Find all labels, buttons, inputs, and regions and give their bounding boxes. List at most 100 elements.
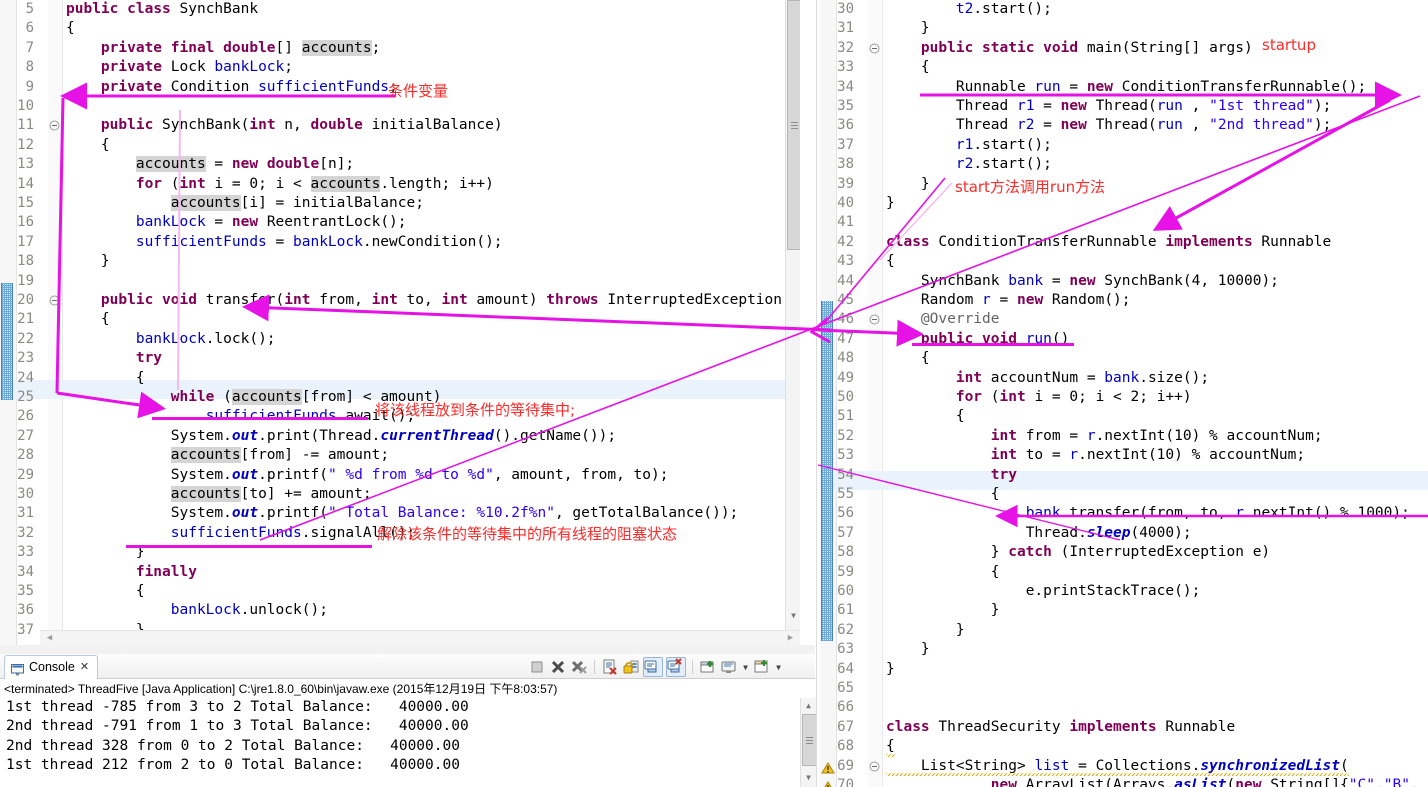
line-number: 65 [837,680,854,696]
code-text: public static void main(String[] args) [920,39,1253,56]
console-tab[interactable]: Console ✕ [4,655,99,679]
fold-toggle-icon[interactable] [49,295,60,306]
code-text: Runnable run = new ConditionTransferRunn… [955,78,1367,95]
display-selected-console-button[interactable] [720,658,738,676]
code-text: } [886,660,895,677]
fold-toggle-icon[interactable] [49,120,60,131]
left-gutter-separator [62,0,63,630]
hscroll-left-arrow[interactable]: ◀ [42,631,57,645]
console-vscrollbar[interactable]: ▲ ▼ [800,698,817,787]
line-number: 5 [25,1,34,17]
code-text: int to = r.nextInt(10) % accountNum; [990,447,1306,464]
line-number: 48 [837,350,854,367]
eclipse-ide-window: 5 public class SynchBank 6 {7 private final… [0,0,1428,787]
console-icon [11,661,24,676]
line-number: 63 [837,641,854,658]
line-number: 54 [837,466,854,483]
line-number: 18 [17,253,34,270]
code-text: @Override [920,311,1000,328]
terminate-button[interactable] [528,658,546,676]
code-text: finally [135,563,197,580]
console-output[interactable]: 1st thread -785 from 3 to 2 Total Balanc… [0,698,815,787]
code-text: private Condition sufficientFunds; [100,78,398,95]
code-text: { [886,59,930,76]
fold-toggle-icon[interactable] [869,314,880,325]
code-text: private Lock bankLock; [100,59,293,76]
right-editor-pane[interactable]: 30 t2.start(); 31 } 32 public static void … [820,0,1428,787]
line-number: 46 [837,311,854,328]
line-number: 32 [837,39,854,56]
code-text: class ThreadSecurity implements Runnable [886,718,1236,735]
line-number: 34 [17,563,34,580]
code-text: } catch (InterruptedException e) [886,544,1271,561]
open-console-button[interactable] [753,658,771,676]
line-number: 10 [17,98,34,114]
line-number: 38 [837,156,854,173]
line-number: 68 [837,738,854,755]
code-text: List<String> list = Collections.synchron… [886,756,1349,776]
console-vscroll-down-arrow[interactable]: ▼ [801,770,816,785]
code-text: sufficientFunds.await(); [205,408,416,425]
display-selected-console-caret-icon[interactable]: ▼ [741,658,750,676]
code-text: { [886,350,930,367]
left-vscroll-down-arrow[interactable]: ▼ [786,608,800,623]
line-number: 6 [25,20,34,37]
line-number: 14 [17,175,34,192]
line-number: 39 [837,175,854,192]
code-text: bankLock = new ReentrantLock(); [135,214,407,231]
remove-launch-button[interactable] [549,658,567,676]
show-console-on-output-button[interactable] [643,657,663,677]
console-toolbar[interactable]: ▼ ▼ [528,657,783,677]
line-number: 61 [837,602,854,619]
line-number: 40 [837,195,854,211]
code-text: sufficientFunds = bankLock.newCondition(… [135,233,503,250]
fold-toggle-icon[interactable] [869,43,880,54]
line-number: 23 [17,350,34,367]
clear-console-button[interactable] [601,658,619,676]
code-text: } [886,621,965,638]
code-text: try [135,350,163,367]
code-text: private final double[] accounts; [100,39,381,56]
console-vscroll-up-arrow[interactable]: ▲ [801,698,816,713]
console-tab-label: Console [29,660,75,674]
code-text: } [886,20,930,37]
console-vscroll-thumb[interactable] [802,714,817,766]
scroll-lock-button[interactable] [622,658,640,676]
editor-console-divider[interactable] [0,645,815,654]
line-number: 25 [17,389,34,405]
left-folding-column[interactable] [48,0,62,645]
line-number: 58 [837,544,854,561]
editor-split-separator[interactable] [816,0,817,787]
line-number: 55 [837,486,854,502]
line-number: 37 [837,136,854,153]
right-folding-column[interactable] [868,0,882,787]
fold-toggle-icon[interactable] [869,761,880,772]
hscroll-right-arrow[interactable]: ▶ [783,631,798,645]
code-text: } [66,544,145,561]
console-view[interactable]: Console ✕ ▼ ▼ <terminated> ThreadFive [J… [0,654,817,787]
code-text: class ConditionTransferRunnable implemen… [886,233,1332,250]
left-editor-pane[interactable]: 5 public class SynchBank 6 {7 private final… [0,0,800,645]
console-output-line: 2nd thread -791 from 1 to 3 Total Balanc… [6,718,469,735]
left-editor-hscrollbar[interactable]: ◀ ▶ [40,630,800,645]
pin-console-button[interactable] [699,658,717,676]
code-text: { [66,136,110,153]
open-console-caret-icon[interactable]: ▼ [774,658,783,676]
show-console-on-error-button[interactable] [666,657,686,677]
left-editor-vscrollbar[interactable]: ▼ [785,0,800,630]
code-text: new ArrayList(Arrays.asList(new String[]… [990,777,1419,787]
left-vscroll-thumb[interactable] [787,0,800,250]
line-number: 13 [17,156,34,173]
line-number: 41 [837,214,854,231]
code-text: for (int i = 0; i < 2; i++) [955,389,1192,405]
line-number: 36 [17,602,34,619]
code-text: System.out.printf(" %d from %d to %d", a… [170,466,669,483]
code-text: accounts[to] += amount; [170,486,372,502]
line-number: 47 [837,330,854,347]
console-tab-close-icon[interactable]: ✕ [80,656,89,679]
line-number: 20 [17,292,34,308]
code-text: sufficientFunds.signalAll(); [170,524,416,541]
code-text: } [886,195,895,211]
code-text: { [886,408,965,425]
remove-all-terminated-button[interactable] [570,658,588,676]
